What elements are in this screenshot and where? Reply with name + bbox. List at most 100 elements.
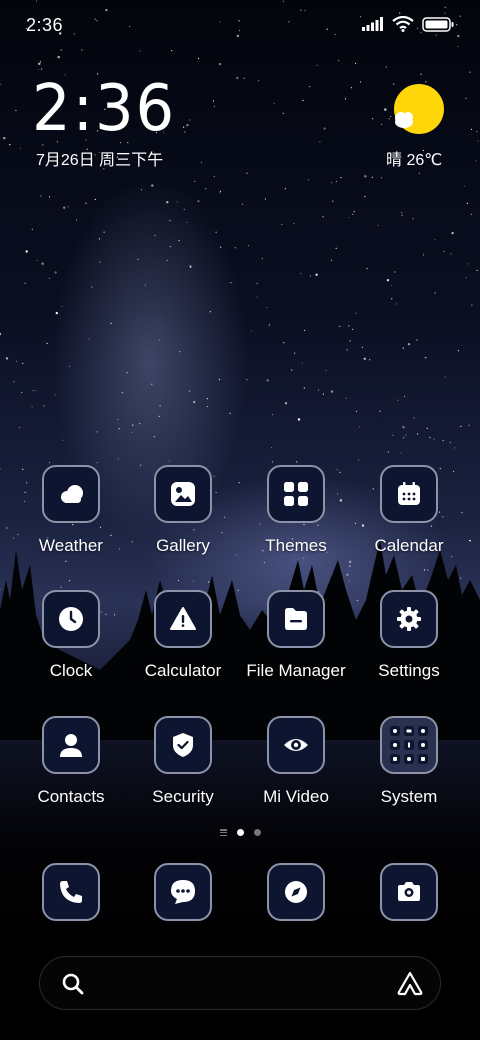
dock-browser[interactable] bbox=[241, 863, 351, 921]
star bbox=[391, 285, 393, 287]
page-dot[interactable] bbox=[253, 829, 261, 836]
star bbox=[397, 399, 399, 401]
star bbox=[48, 196, 51, 198]
app-themes[interactable]: Themes bbox=[241, 465, 351, 556]
app-weather[interactable]: Weather bbox=[16, 465, 126, 556]
app-gallery[interactable]: Gallery bbox=[128, 465, 238, 556]
star bbox=[470, 128, 473, 130]
star bbox=[189, 119, 191, 121]
star bbox=[315, 273, 318, 276]
star bbox=[426, 427, 428, 429]
star bbox=[281, 223, 283, 225]
app-label: Calculator bbox=[144, 661, 222, 680]
themes-icon bbox=[267, 465, 325, 523]
signal-icon bbox=[362, 17, 383, 31]
wifi-icon bbox=[392, 16, 414, 32]
star bbox=[121, 392, 123, 394]
search-bar[interactable] bbox=[39, 956, 441, 1010]
star bbox=[151, 383, 153, 385]
star bbox=[467, 263, 469, 265]
assistant-icon[interactable] bbox=[396, 970, 424, 996]
star bbox=[94, 198, 96, 201]
star bbox=[209, 311, 211, 313]
star bbox=[243, 77, 245, 79]
star bbox=[384, 108, 387, 111]
app-system-folder[interactable]: System bbox=[354, 716, 464, 807]
star bbox=[282, 112, 284, 114]
page-dot-current[interactable] bbox=[236, 829, 244, 836]
star bbox=[151, 184, 154, 187]
star bbox=[271, 461, 273, 463]
app-mi-video[interactable]: Mi Video bbox=[241, 716, 351, 807]
app-calculator[interactable]: Calculator bbox=[128, 590, 238, 681]
star bbox=[454, 447, 456, 449]
app-contacts[interactable]: Contacts bbox=[16, 716, 126, 807]
star bbox=[46, 342, 48, 344]
star bbox=[284, 402, 288, 405]
star bbox=[126, 372, 128, 374]
star bbox=[379, 410, 381, 412]
star bbox=[352, 213, 354, 215]
star bbox=[450, 253, 452, 255]
security-icon bbox=[154, 716, 212, 774]
star bbox=[451, 231, 454, 235]
star bbox=[377, 224, 379, 226]
star bbox=[429, 436, 431, 439]
star bbox=[470, 213, 472, 215]
star bbox=[361, 346, 363, 348]
star bbox=[61, 305, 63, 307]
star bbox=[236, 76, 239, 80]
star bbox=[294, 352, 296, 354]
star bbox=[15, 109, 17, 112]
app-calendar[interactable]: Calendar bbox=[354, 465, 464, 556]
sunny-cloud-icon[interactable] bbox=[392, 84, 446, 138]
star bbox=[206, 405, 208, 408]
star bbox=[250, 330, 252, 332]
star bbox=[283, 342, 285, 344]
star bbox=[18, 426, 21, 429]
star bbox=[371, 176, 373, 178]
star bbox=[369, 359, 371, 361]
app-security[interactable]: Security bbox=[128, 716, 238, 807]
star bbox=[9, 144, 11, 146]
star bbox=[256, 282, 258, 285]
star bbox=[348, 325, 350, 327]
app-label: Mi Video bbox=[263, 787, 329, 806]
star bbox=[117, 458, 119, 460]
dock-messages[interactable] bbox=[128, 863, 238, 921]
star bbox=[476, 269, 478, 272]
clock-widget-time[interactable]: 2:36 bbox=[32, 72, 176, 146]
dock-camera[interactable] bbox=[354, 863, 464, 921]
star bbox=[460, 425, 462, 427]
star bbox=[364, 195, 366, 198]
app-settings[interactable]: Settings bbox=[354, 590, 464, 681]
app-file-manager[interactable]: File Manager bbox=[241, 590, 351, 681]
star bbox=[76, 219, 78, 221]
star bbox=[35, 390, 37, 392]
star bbox=[273, 102, 275, 104]
star bbox=[297, 418, 301, 421]
star bbox=[139, 50, 141, 52]
star bbox=[463, 185, 465, 187]
star bbox=[41, 262, 44, 265]
star bbox=[316, 64, 318, 66]
star bbox=[425, 81, 427, 83]
star bbox=[154, 234, 156, 237]
star bbox=[284, 188, 286, 190]
star bbox=[465, 97, 467, 99]
star bbox=[331, 182, 333, 184]
star bbox=[139, 423, 141, 425]
dock-phone[interactable] bbox=[16, 863, 126, 921]
star bbox=[319, 141, 321, 143]
search-icon[interactable] bbox=[61, 972, 85, 996]
settings-icon bbox=[380, 590, 438, 648]
star bbox=[0, 83, 2, 85]
star bbox=[266, 379, 269, 382]
page-indicator-list-icon[interactable] bbox=[219, 829, 227, 836]
star bbox=[246, 172, 248, 174]
star bbox=[88, 338, 90, 340]
app-clock[interactable]: Clock bbox=[16, 590, 126, 681]
star bbox=[176, 201, 178, 203]
star bbox=[417, 433, 419, 435]
star bbox=[40, 68, 43, 70]
